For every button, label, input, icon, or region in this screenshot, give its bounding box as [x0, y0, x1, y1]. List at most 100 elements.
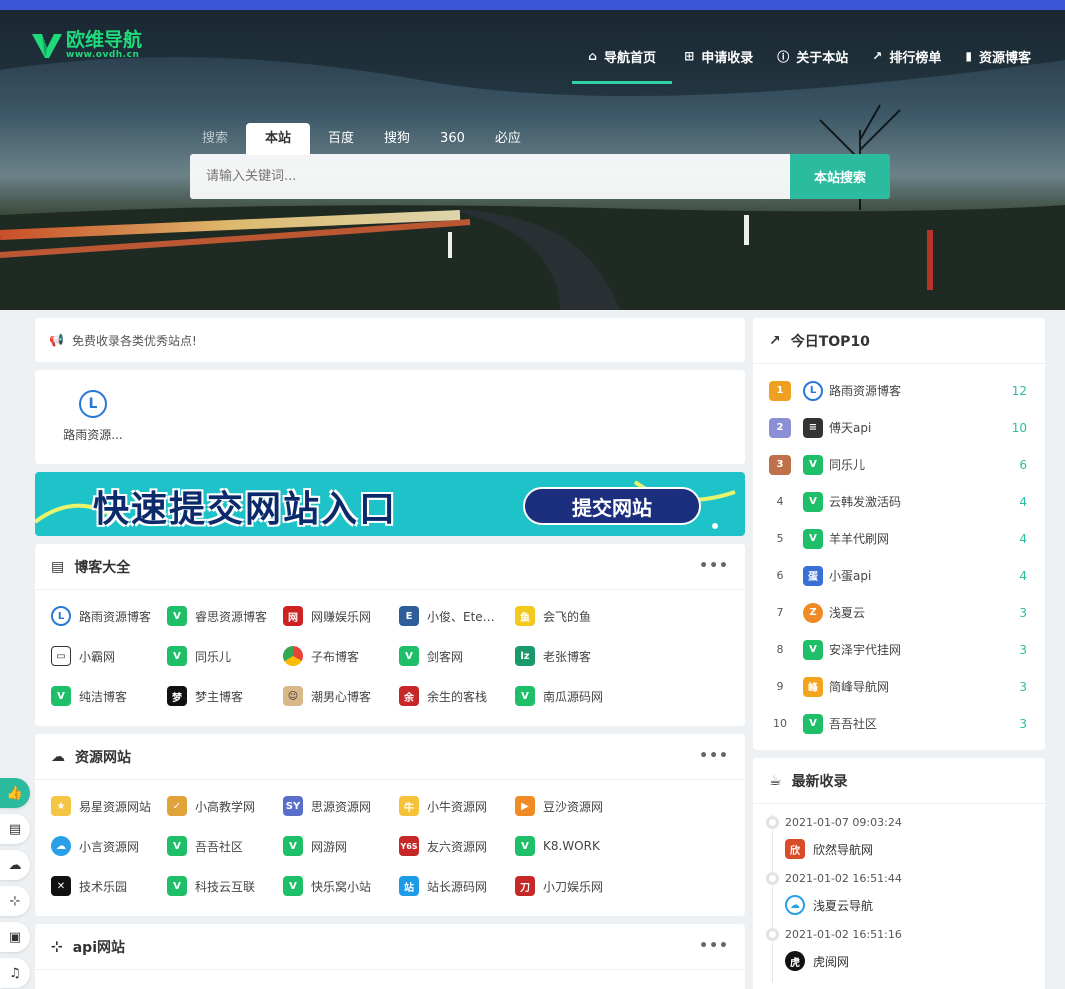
- site-link[interactable]: V 剑客网: [399, 636, 515, 676]
- notice-text: 免费收录各类优秀站点!: [71, 333, 197, 348]
- notice-bar: 📢 免费收录各类优秀站点!: [35, 318, 745, 362]
- site-link[interactable]: V 吾吾社区: [167, 826, 283, 866]
- site-link[interactable]: V 南瓜源码网: [515, 676, 631, 716]
- more-icon[interactable]: •••: [699, 748, 729, 764]
- thumbs-up-icon[interactable]: 👍: [0, 778, 30, 808]
- nav-label: 关于本站: [796, 50, 849, 66]
- section-title: 博客大全: [74, 559, 131, 576]
- timeline-item[interactable]: 2021-01-07 09:03:24 欣欣然导航网: [753, 814, 1045, 870]
- site-favicon: V: [399, 646, 419, 666]
- site-favicon: V: [167, 836, 187, 856]
- search-tab-bing[interactable]: 必应: [483, 123, 533, 155]
- nav-ranking[interactable]: ↗ 排行榜单: [860, 28, 953, 84]
- rank-row[interactable]: 1 L 路雨资源博客 12: [753, 372, 1045, 409]
- timeline-item[interactable]: 2021-01-02 16:51:16 虎虎阅网: [753, 926, 1045, 982]
- music-icon[interactable]: ♫: [0, 958, 30, 988]
- today-top10: ↗ 今日TOP10 1 L 路雨资源博客 12 2 ≡ 傅天api 10 3 V 同乐儿 6 4V…: [753, 318, 1045, 750]
- recent-site[interactable]: L 路雨资源...: [57, 390, 129, 443]
- nav-submit-site[interactable]: ⊞ 申请收录: [672, 28, 765, 84]
- home-icon: ⌂: [588, 49, 597, 63]
- site-link[interactable]: 牛小牛资源网: [399, 786, 515, 826]
- site-link[interactable]: V K8.WORK: [515, 826, 631, 866]
- nav-home[interactable]: ⌂ 导航首页: [572, 28, 673, 84]
- crown-gold-icon: 1: [769, 380, 791, 401]
- site-favicon: ☁: [51, 836, 71, 856]
- site-link[interactable]: V 科技云互联: [167, 866, 283, 906]
- site-link[interactable]: lz 老张博客: [515, 636, 631, 676]
- site-link[interactable]: 网网赚娱乐网: [283, 596, 399, 636]
- rank-row[interactable]: 8 V 安泽宇代挂网 3: [753, 631, 1045, 668]
- rank-row[interactable]: 6 蛋小蛋api 4: [753, 557, 1045, 594]
- site-favicon: V: [515, 686, 535, 706]
- site-favicon: L: [79, 390, 107, 418]
- more-icon[interactable]: •••: [699, 558, 729, 574]
- site-link[interactable]: ▶ 豆沙资源网: [515, 786, 631, 826]
- rank-row[interactable]: 7 Z 浅夏云 3: [753, 594, 1045, 631]
- rank-row[interactable]: 9 峰简峰导航网 3: [753, 668, 1045, 705]
- book-icon[interactable]: ▤: [0, 814, 30, 844]
- more-icon[interactable]: •••: [699, 938, 729, 954]
- sitemap-icon[interactable]: ⊹: [0, 886, 30, 916]
- site-link[interactable]: 梦梦主博客: [167, 676, 283, 716]
- site-link[interactable]: V 快乐窝小站: [283, 866, 399, 906]
- rank-row[interactable]: 10 V 吾吾社区 3: [753, 705, 1045, 742]
- section-title: api网站: [72, 939, 126, 956]
- coffee-icon: ☕: [769, 772, 782, 789]
- image-icon[interactable]: ▣: [0, 922, 30, 952]
- site-favicon: ✕: [51, 876, 71, 896]
- search-tab-site[interactable]: 本站: [246, 123, 311, 155]
- site-link[interactable]: 刀小刀娱乐网: [515, 866, 631, 906]
- site-link[interactable]: ★ 易星资源网站: [51, 786, 167, 826]
- site-link[interactable]: V 纯洁博客: [51, 676, 167, 716]
- search-tab-sogou[interactable]: 搜狗: [372, 123, 422, 155]
- site-link[interactable]: V 同乐儿: [167, 636, 283, 676]
- section-header: ↗ 今日TOP10: [753, 318, 1045, 364]
- cloud-download-icon[interactable]: ☁: [0, 850, 30, 880]
- site-link[interactable]: 余余生的客栈: [399, 676, 515, 716]
- search-tab-search[interactable]: 搜索: [190, 123, 240, 155]
- site-logo[interactable]: 欧维导航 www.ovdh.cn: [30, 30, 142, 60]
- nav-label: 资源博客: [978, 50, 1031, 66]
- section-title: 最新收录: [791, 773, 848, 790]
- site-favicon: V: [167, 646, 187, 666]
- nav-label: 申请收录: [701, 50, 754, 66]
- cloud-download-icon: ☁: [51, 748, 65, 765]
- site-link[interactable]: 鱼会飞的鱼: [515, 596, 631, 636]
- site-link[interactable]: E 小俊、Ete博客: [399, 596, 515, 636]
- search-button[interactable]: 本站搜索: [790, 154, 890, 199]
- site-favicon: ▶: [515, 796, 535, 816]
- plus-square-icon: ⊞: [684, 49, 695, 63]
- site-link[interactable]: V 睿思资源博客: [167, 596, 283, 636]
- section-header: ☕ 最新收录: [753, 758, 1045, 804]
- rank-row[interactable]: 4 V 云韩发激活码 4: [753, 483, 1045, 520]
- site-favicon: 峰: [803, 676, 823, 697]
- submit-site-banner[interactable]: 快速提交网站入口 提交网站: [35, 472, 745, 536]
- site-link[interactable]: ✕ 技术乐园: [51, 866, 167, 906]
- site-link[interactable]: SY 思源资源网: [283, 786, 399, 826]
- rank-row[interactable]: 2 ≡ 傅天api 10: [753, 409, 1045, 446]
- site-favicon: E: [399, 606, 419, 626]
- timeline-time: 2021-01-07 09:03:24: [785, 816, 902, 829]
- timeline-item[interactable]: 2021-01-02 16:51:44 ☁ 浅夏云导航: [753, 870, 1045, 926]
- rank-row[interactable]: 5 V 羊羊代刷网 4: [753, 520, 1045, 557]
- site-link[interactable]: 站站长源码网: [399, 866, 515, 906]
- search-input[interactable]: [190, 154, 790, 199]
- nav-blog[interactable]: ▮ 资源博客: [953, 28, 1043, 84]
- recent-visits: L 路雨资源...: [35, 370, 745, 464]
- rank-row[interactable]: 3 V 同乐儿 6: [753, 446, 1045, 483]
- search-tab-360[interactable]: 360: [428, 123, 477, 155]
- site-link[interactable]: ▭ 小霸网: [51, 636, 167, 676]
- crown-bronze-icon: 3: [769, 454, 791, 475]
- site-link[interactable]: 子布博客: [283, 636, 399, 676]
- site-link[interactable]: V 网游网: [283, 826, 399, 866]
- site-link[interactable]: ☁ 小言资源网: [51, 826, 167, 866]
- site-link[interactable]: Y6S 友六资源网: [399, 826, 515, 866]
- nav-about[interactable]: ⓘ 关于本站: [765, 28, 860, 84]
- banner-submit-button[interactable]: 提交网站: [523, 487, 701, 525]
- site-link[interactable]: ✓ 小高教学网: [167, 786, 283, 826]
- search-tab-baidu[interactable]: 百度: [316, 123, 366, 155]
- site-link[interactable]: L 路雨资源博客: [51, 596, 167, 636]
- site-link[interactable]: ☺ 潮男心博客: [283, 676, 399, 716]
- logo-v-icon: [32, 34, 62, 58]
- api-section: ⊹ api网站 •••: [35, 924, 745, 989]
